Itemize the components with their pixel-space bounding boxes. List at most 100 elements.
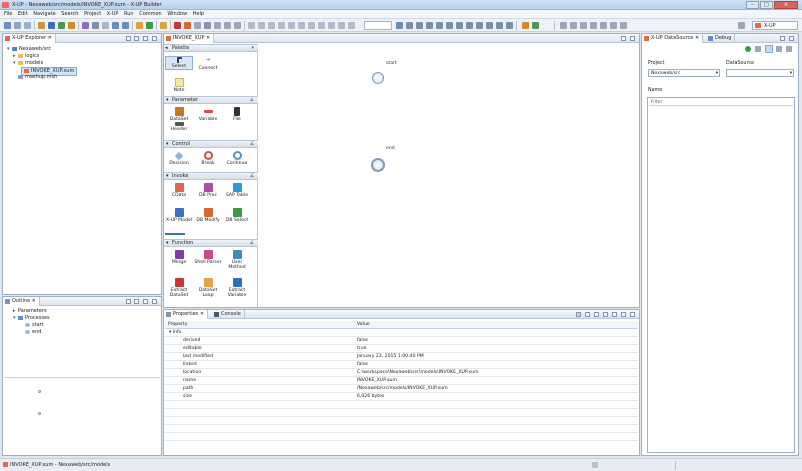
menu-file[interactable]: File bbox=[4, 10, 12, 19]
table-row[interactable]: derived false bbox=[165, 337, 638, 345]
suspend-icon[interactable] bbox=[456, 22, 463, 29]
outline-item-end[interactable]: end bbox=[13, 329, 50, 336]
save-icon[interactable] bbox=[14, 22, 21, 29]
palette-user-method[interactable]: User Method bbox=[223, 250, 251, 270]
maximize-view-icon[interactable] bbox=[630, 36, 635, 41]
align-bottom-icon[interactable] bbox=[268, 22, 275, 29]
zoom-out-icon[interactable] bbox=[348, 22, 355, 29]
table-row[interactable]: size 6,026 bytes bbox=[165, 393, 638, 401]
show-advanced-icon[interactable] bbox=[585, 312, 590, 317]
undo-icon[interactable] bbox=[112, 22, 119, 29]
ruler-icon[interactable] bbox=[328, 22, 335, 29]
align-left-icon[interactable] bbox=[214, 22, 221, 29]
stop-icon[interactable] bbox=[184, 22, 191, 29]
outline-tree-icon[interactable] bbox=[126, 299, 131, 304]
tab-properties[interactable]: Properties ✕ bbox=[164, 310, 209, 319]
palette-db-modify[interactable]: DB Modify bbox=[194, 208, 222, 223]
palette-header-item[interactable]: Header bbox=[165, 122, 193, 132]
minimize-button[interactable]: – bbox=[746, 1, 759, 9]
diagram-canvas[interactable]: start end bbox=[258, 44, 639, 307]
tab-debug[interactable]: Debug bbox=[706, 34, 736, 43]
tree-item-project[interactable]: ▾ Nexaweb/src bbox=[7, 46, 77, 53]
palette-section-invoke[interactable]: ▾ Invoke ∡ bbox=[164, 172, 258, 180]
resume-icon[interactable] bbox=[446, 22, 453, 29]
open-perspective-icon[interactable] bbox=[738, 22, 745, 29]
tree-item-mashup[interactable]: mashup.msh bbox=[7, 74, 77, 81]
paste-icon[interactable] bbox=[102, 22, 109, 29]
palette-collapse-icon[interactable]: ◂ bbox=[165, 45, 168, 52]
show-categories-icon[interactable] bbox=[576, 312, 581, 317]
palette-db-proc[interactable]: DB Proc bbox=[194, 183, 222, 198]
palette-variable[interactable]: Variable bbox=[194, 107, 222, 122]
redo-icon[interactable] bbox=[122, 22, 129, 29]
outline-item-start[interactable]: start bbox=[13, 322, 50, 329]
tree-view-icon[interactable] bbox=[765, 45, 773, 53]
palette-sap-table[interactable]: SAP Table bbox=[223, 183, 251, 198]
maximize-view-icon[interactable] bbox=[152, 36, 157, 41]
settings-icon[interactable] bbox=[786, 46, 792, 52]
tree-item-models[interactable]: ▾ models bbox=[7, 60, 77, 67]
match-height-icon[interactable] bbox=[288, 22, 295, 29]
maximize-view-icon[interactable] bbox=[630, 312, 635, 317]
star-icon[interactable] bbox=[160, 22, 167, 29]
datasource-select[interactable]: ▾ bbox=[726, 69, 794, 77]
copy-icon[interactable] bbox=[92, 22, 99, 29]
palette-menu-icon[interactable]: ▾ bbox=[251, 45, 254, 52]
outline-item-processes[interactable]: ▾ Processes bbox=[13, 315, 50, 322]
tree-item-logics[interactable]: ▸ logics bbox=[7, 53, 77, 60]
last-edit-icon[interactable] bbox=[590, 22, 597, 29]
minimize-view-icon[interactable] bbox=[621, 312, 626, 317]
align-top-icon[interactable] bbox=[248, 22, 255, 29]
collapse-icon[interactable] bbox=[755, 46, 761, 52]
palette-cdata[interactable]: CData bbox=[165, 183, 193, 198]
palette-note[interactable]: Note bbox=[165, 78, 193, 93]
maximize-button[interactable]: □ bbox=[760, 1, 773, 9]
palette-dataset-loop[interactable]: DataSet Loop bbox=[194, 278, 222, 298]
close-button[interactable]: ✕ bbox=[774, 1, 798, 9]
match-width-icon[interactable] bbox=[278, 22, 285, 29]
perspective-switcher[interactable]: X-UP bbox=[752, 21, 798, 30]
table-row[interactable]: name INVOKE_XUP.xum bbox=[165, 377, 638, 385]
start-node[interactable] bbox=[372, 72, 384, 84]
palette-select[interactable]: Select bbox=[165, 56, 193, 70]
maximize-view-icon[interactable] bbox=[152, 299, 157, 304]
step-into-icon[interactable] bbox=[426, 22, 433, 29]
tab-invoke-xup[interactable]: INVOKE_XUP ✕ bbox=[164, 34, 215, 43]
outline-overview[interactable] bbox=[4, 377, 160, 454]
menu-window[interactable]: Window bbox=[167, 10, 187, 19]
format-icon[interactable] bbox=[194, 22, 201, 29]
table-row[interactable]: editable true bbox=[165, 345, 638, 353]
menu-navigate[interactable]: Navigate bbox=[33, 10, 55, 19]
palette-section-parameter[interactable]: ▾ Parameter ∡ bbox=[164, 96, 258, 104]
restore-default-icon[interactable] bbox=[603, 312, 608, 317]
run-icon[interactable] bbox=[58, 22, 65, 29]
minimize-view-icon[interactable] bbox=[780, 36, 785, 41]
filter-icon[interactable] bbox=[594, 312, 599, 317]
zoom-in-icon[interactable] bbox=[338, 22, 345, 29]
palette-file[interactable]: File bbox=[223, 107, 251, 122]
pin-icon[interactable]: ∡ bbox=[250, 141, 254, 148]
align-center-icon[interactable] bbox=[224, 22, 231, 29]
validate-icon[interactable] bbox=[146, 22, 153, 29]
build-icon[interactable] bbox=[38, 22, 45, 29]
end-node[interactable] bbox=[371, 158, 385, 172]
palette-dataset[interactable]: DataSet bbox=[165, 107, 193, 122]
menu-common[interactable]: Common bbox=[139, 10, 162, 19]
palette-db-select[interactable]: DB Select bbox=[223, 208, 251, 223]
align-middle-icon[interactable] bbox=[258, 22, 265, 29]
terminate-icon[interactable] bbox=[466, 22, 473, 29]
step-over-icon[interactable] bbox=[416, 22, 423, 29]
next-annotation-icon[interactable] bbox=[570, 22, 577, 29]
table-row[interactable]: last modified January 23, 2015 1:00:40 PM bbox=[165, 353, 638, 361]
tab-xup-datasource[interactable]: X-UP DataSource ✕ bbox=[642, 34, 704, 43]
outline-item-parameters[interactable]: ▸ Parameters bbox=[13, 308, 50, 315]
zoom-combo[interactable] bbox=[364, 21, 392, 30]
palette-continue[interactable]: Continue bbox=[223, 151, 251, 166]
property-column-header[interactable]: Property bbox=[168, 321, 187, 329]
palette-break[interactable]: Break bbox=[194, 151, 222, 166]
palette-decision[interactable]: Decision bbox=[165, 151, 193, 166]
palette-extract-variable[interactable]: Extract Variable bbox=[223, 278, 251, 298]
tab-xup-explorer[interactable]: X-UP Explorer ✕ bbox=[3, 34, 56, 43]
palette-section-control[interactable]: ▾ Control ∡ bbox=[164, 140, 258, 148]
search-icon[interactable] bbox=[560, 22, 567, 29]
